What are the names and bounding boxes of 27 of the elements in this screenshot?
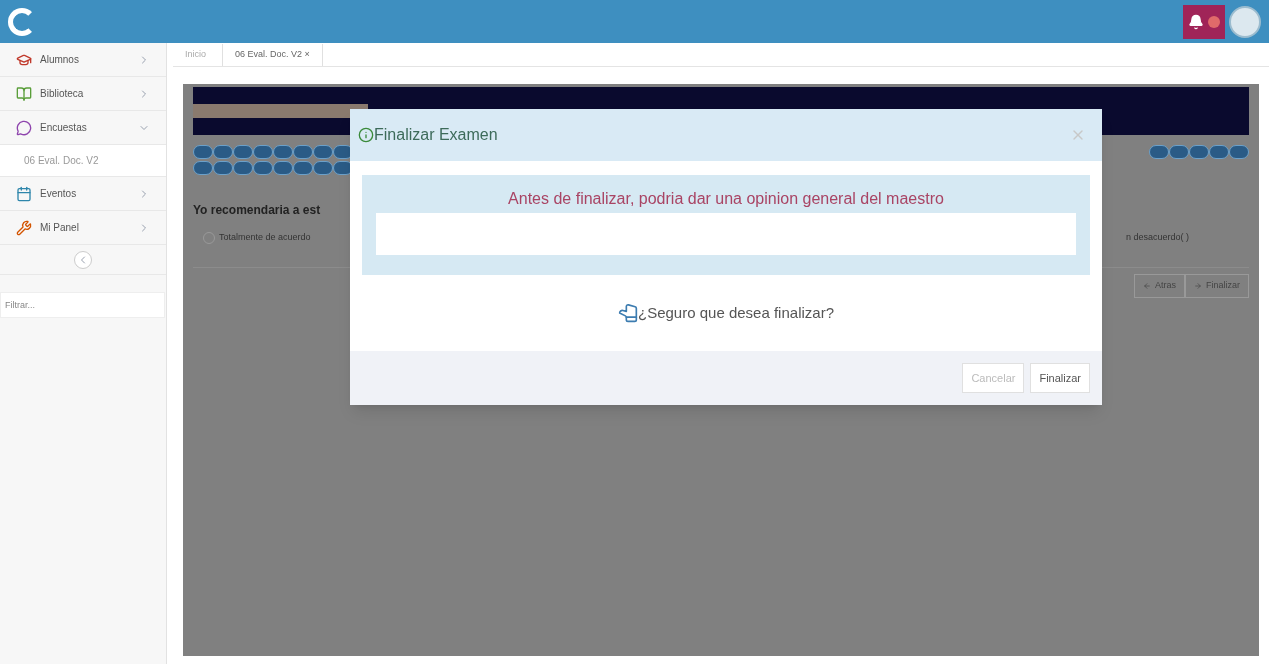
filter-input[interactable]: Filtrar... [0,292,165,318]
thumbs-up-icon [618,303,638,323]
option-label: Totalmente de acuerdo [219,231,311,244]
collapse-button[interactable] [74,250,92,269]
question-pill-icon[interactable] [333,145,353,159]
dialog-button[interactable]: Finalizar [1030,363,1090,393]
opinion-input[interactable] [376,213,1076,255]
avatar-icon[interactable] [1229,5,1261,38]
calendar-icon [16,185,32,202]
question-text: Yo recomendaria a est [193,202,322,219]
prompt-text: Antes de finalizar, podria dar una opinion general del maestro [508,189,944,209]
wrench-icon [16,219,32,236]
dialog-title: Finalizar Examen [374,125,498,145]
chat-bubble-icon [16,119,32,136]
question-pill-icon[interactable] [333,161,353,175]
sidebar-item[interactable]: Biblioteca [0,77,166,111]
tab[interactable]: 06 Eval. Doc. V2 × [222,44,323,66]
sidebar-item[interactable]: Mi Panel [0,211,166,245]
arrow-left-icon [1142,281,1151,290]
bell-icon [1188,13,1204,30]
sidebar-item[interactable]: Alumnos [0,43,166,77]
arrow-right-icon [1194,281,1202,290]
sidebar-item[interactable]: Eventos [0,177,166,211]
confirm-text: ¿Seguro que desea finalizar? [638,302,834,323]
notifications-button[interactable] [1183,4,1225,39]
book-icon [16,85,32,102]
info-icon [358,127,374,143]
